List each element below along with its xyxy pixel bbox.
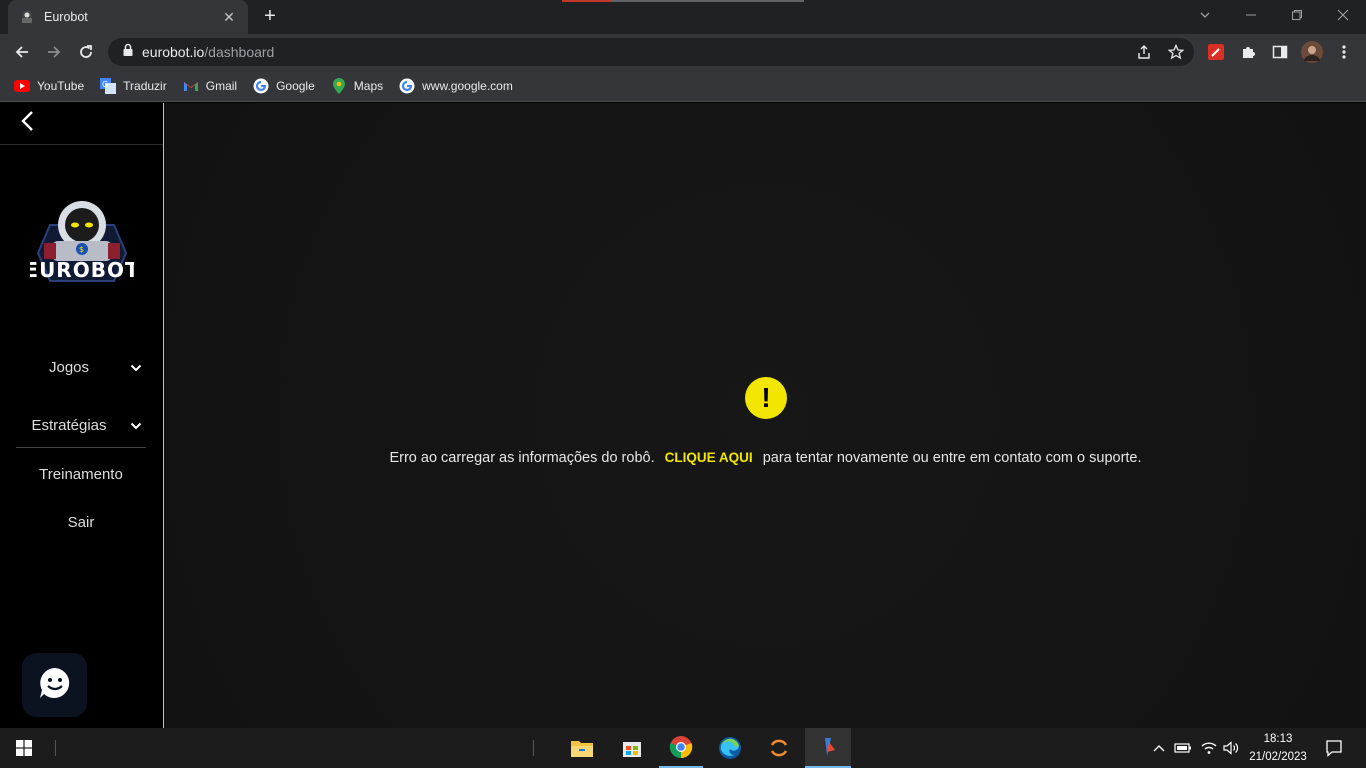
bookmark-label: Google [276,78,315,93]
taskbar-divider [530,728,538,768]
file-explorer-icon[interactable] [560,728,604,768]
collapse-sidebar-icon[interactable] [20,110,34,137]
tab-search-icon[interactable] [1182,0,1228,30]
windows-start-icon[interactable] [0,728,48,768]
browser-tab[interactable]: Eurobot ✕ [8,0,248,34]
gmail-icon [183,78,199,94]
bookmark-google[interactable]: Google [253,78,315,94]
svg-text:$: $ [79,245,84,254]
lock-icon[interactable] [122,43,134,62]
eurobot-logo: $ EUROBOT [24,195,139,287]
bookmark-label: www.google.com [422,78,513,93]
clock-time: 18:13 [1263,733,1293,745]
url-host: eurobot.io [142,44,205,60]
forward-arrow-icon[interactable] [41,39,67,65]
browser-toolbar: eurobot.io/dashboard [0,34,1366,70]
tab-strip-accent [612,0,804,2]
back-arrow-icon[interactable] [9,39,35,65]
windows-taskbar: 18:13 21/02/2023 [0,728,1366,768]
chevron-down-icon [130,360,142,377]
taskbar-divider [52,728,60,768]
sidebar-header [0,103,163,145]
url-path: /dashboard [204,44,275,60]
bookmark-label: YouTube [37,78,85,93]
sidebar-item-estrategias[interactable]: Estratégias [16,410,146,440]
notifications-icon[interactable] [1316,728,1352,768]
sidebar-item-label: Treinamento [39,465,123,483]
tab-strip-accent [562,0,612,2]
svg-text:G: G [102,80,108,89]
extension-red-icon[interactable] [1205,41,1227,63]
edge-icon[interactable] [708,728,752,768]
bookmark-google-com[interactable]: www.google.com [399,78,513,94]
vpn-app-icon[interactable] [805,728,851,768]
bookmark-star-icon[interactable] [1165,41,1187,63]
warning-icon: ! [745,377,787,419]
loading-spinner-icon[interactable] [757,728,801,768]
bookmark-label: Traduzir [123,78,167,93]
logo-text: EUROBOT [30,258,134,282]
sidebar-item-sair[interactable]: Sair [16,507,146,537]
browser-tab-strip: Eurobot ✕ + [0,0,1366,34]
sidebar-item-label: Jogos [48,358,90,376]
side-panel-icon[interactable] [1269,41,1291,63]
google-icon [253,78,269,94]
minimize-icon[interactable] [1228,0,1274,30]
profile-avatar[interactable] [1301,41,1323,63]
sidebar-item-label: Sair [67,513,95,531]
reload-icon[interactable] [73,39,99,65]
sidebar-item-jogos[interactable]: Jogos [16,352,146,382]
sidebar-item-label: Estratégias [31,416,107,434]
maps-icon [331,77,347,94]
restore-icon[interactable] [1274,0,1320,30]
retry-link[interactable]: CLIQUE AQUI [665,450,753,465]
system-clock[interactable]: 18:13 21/02/2023 [1246,728,1310,768]
tab-title: Eurobot [44,10,88,24]
chrome-menu-icon[interactable] [1333,41,1355,63]
chevron-down-icon [130,418,142,435]
wifi-icon[interactable] [1198,728,1220,768]
close-window-icon[interactable] [1320,0,1366,30]
error-text-before: Erro ao carregar as informações do robô. [389,450,655,466]
sidebar-divider [16,447,146,448]
volume-icon[interactable] [1220,728,1242,768]
bookmark-traduzir[interactable]: G Traduzir [100,77,167,94]
clock-date: 21/02/2023 [1249,751,1307,763]
bookmark-label: Gmail [205,78,238,93]
youtube-icon [14,78,30,94]
bookmarks-bar: YouTube G Traduzir Gmail Google Maps www… [0,70,1366,102]
chrome-taskbar-icon[interactable] [659,728,703,768]
extensions-puzzle-icon[interactable] [1237,41,1259,63]
bookmark-maps[interactable]: Maps [331,77,384,94]
page-content: $ EUROBOT Jogos Estratégias Treinamento … [0,103,1366,728]
error-text-after: para tentar novamente ou entre em contat… [762,450,1142,466]
microsoft-store-icon[interactable] [610,728,654,768]
show-hidden-icons-icon[interactable] [1150,728,1168,768]
error-message: Erro ao carregar as informações do robô.… [165,450,1366,466]
sidebar-item-treinamento[interactable]: Treinamento [16,459,146,489]
translate-icon: G [100,77,117,94]
google-icon [399,78,415,94]
main-content: ! Erro ao carregar as informações do rob… [165,103,1366,728]
eurobot-favicon-icon [18,9,36,25]
sidebar: $ EUROBOT Jogos Estratégias Treinamento … [0,103,164,728]
tab-close-icon[interactable]: ✕ [220,9,238,26]
bookmark-youtube[interactable]: YouTube [14,78,84,94]
bookmark-label: Maps [353,78,384,93]
bookmark-gmail[interactable]: Gmail [183,78,237,94]
share-icon[interactable] [1133,41,1155,63]
chat-support-button[interactable] [22,653,87,717]
new-tab-button[interactable]: + [258,4,282,28]
address-bar[interactable]: eurobot.io/dashboard [108,38,1194,66]
chat-smiley-icon [38,666,72,705]
battery-icon[interactable] [1172,728,1194,768]
